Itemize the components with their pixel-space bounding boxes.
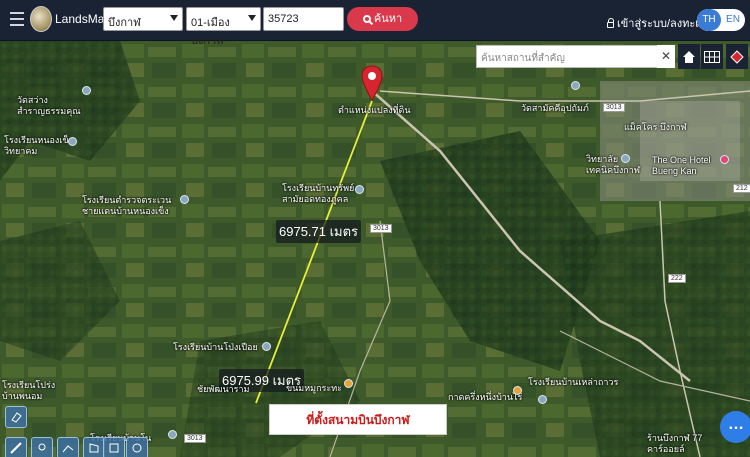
province-select-value: บึงกาฬ <box>108 17 141 29</box>
lang-en-button[interactable]: EN <box>721 9 745 31</box>
polygon-draw-icon[interactable] <box>83 437 105 457</box>
route-sign: 3013 <box>603 103 625 112</box>
route-sign: 3013 <box>370 224 392 233</box>
place-label-school-lao: โรงเรียนบ้านเหล่าถาวร <box>528 377 619 387</box>
more-options-button[interactable]: … <box>720 411 750 443</box>
search-icon <box>362 15 371 23</box>
poi-icon[interactable] <box>168 430 177 439</box>
province-select[interactable]: บึงกาฬ <box>103 7 183 31</box>
location-marker-icon[interactable] <box>31 437 53 457</box>
place-label-temple-north: วัดสว่าง สำราญธรรมคุณ <box>17 95 81 116</box>
place-label-village-center: โรงเรียนบ้านทรัพย์ สามัยอดทองภูคล <box>282 183 355 204</box>
place-label-khotchang: กาดครึ่งหนึ่งบ้านไร่ <box>448 392 523 402</box>
district-select[interactable]: 01-เมืองบึงกาฬ <box>186 7 261 47</box>
hotel-icon[interactable] <box>720 155 729 164</box>
poi-icon[interactable] <box>68 137 77 146</box>
search-button-label: ค้นหา <box>373 13 403 25</box>
search-button[interactable]: ค้นหา <box>347 7 418 31</box>
poi-icon[interactable] <box>355 185 364 194</box>
place-label-school-br: ร้านบึงกาฬ 77 คาร์ออยล์ <box>647 433 703 454</box>
circle-draw-icon[interactable] <box>126 437 148 457</box>
grid-icon[interactable] <box>701 44 723 69</box>
lock-icon <box>607 18 614 28</box>
parcel-number-input[interactable]: 35723 <box>263 7 344 31</box>
landsmaps-page: 6975.71 เมตร 6975.99 เมตร ตำแหน่งแปลงที่… <box>0 0 750 457</box>
place-label-khunmoo: ขนมหมูกระทะ <box>286 383 342 393</box>
hamburger-icon[interactable] <box>10 12 24 26</box>
airport-location-label: ที่ตั้งสนามบินบึงกาฬ <box>269 404 447 435</box>
place-label-makro: แม็คโคร บึงกาฬ <box>624 122 687 132</box>
poi-icon[interactable] <box>538 395 547 404</box>
place-label-school-left: โรงเรียนโปร่ง บ้านพนอม <box>2 380 56 401</box>
measurement-label-1: 6975.71 เมตร <box>276 220 362 243</box>
place-label-chaiphananam: ชัยพัฒนาราม <box>197 384 250 394</box>
map-imagery <box>0 41 750 457</box>
route-sign: 212 <box>733 184 750 193</box>
close-icon[interactable]: ✕ <box>657 45 675 68</box>
poi-icon[interactable] <box>571 81 580 90</box>
layers-icon[interactable] <box>726 44 748 69</box>
place-label-college: วิทยาลัย เทคนิคบึงกาฬ <box>586 154 640 175</box>
place-label-school-pong: โรงเรียนบ้านโป่งเปือย <box>173 342 258 352</box>
line-draw-icon[interactable] <box>57 437 79 457</box>
eraser-icon[interactable] <box>5 406 27 428</box>
place-label-school-west1: โรงเรียนหนองเข็ง วิทยาคม <box>4 135 73 156</box>
route-sign: 3013 <box>184 434 206 443</box>
landsmaps-logo <box>30 6 52 32</box>
map-pin-icon[interactable] <box>361 65 383 101</box>
place-label-hotel: The One Hotel Bueng Kan <box>652 155 711 176</box>
pin-label: ตำแหน่งแปลงที่ดิน <box>338 105 411 115</box>
chevron-down-icon <box>248 15 256 21</box>
shop-icon[interactable] <box>513 386 522 395</box>
satellite-map[interactable]: 6975.71 เมตร 6975.99 เมตร ตำแหน่งแปลงที่… <box>0 41 750 457</box>
rectangle-draw-icon[interactable] <box>103 437 125 457</box>
place-label-temple-ne: วัดสามัคคีอุปถัมภ์ <box>521 103 589 113</box>
home-icon[interactable] <box>678 44 700 69</box>
chevron-down-icon <box>170 15 178 21</box>
place-label-school-west2: โรงเรียนตำรวจตระเวน ชายแดนบ้านหนองเข็ง <box>82 195 172 216</box>
poi-icon[interactable] <box>621 154 630 163</box>
ruler-icon[interactable] <box>5 437 27 457</box>
route-sign: 222 <box>668 274 686 283</box>
poi-icon[interactable] <box>262 342 271 351</box>
language-toggle[interactable]: TH EN <box>697 9 745 31</box>
poi-icon[interactable] <box>180 195 189 204</box>
poi-icon[interactable] <box>82 86 91 95</box>
top-navigation-bar: LandsMaps บึงกาฬ 01-เมืองบึงกาฬ 35723 ค้… <box>0 0 750 47</box>
landmark-search-input[interactable]: ค้นหาสถานที่สำคัญ <box>476 45 675 68</box>
restaurant-icon[interactable] <box>344 379 353 388</box>
lang-th-button[interactable]: TH <box>697 9 721 31</box>
